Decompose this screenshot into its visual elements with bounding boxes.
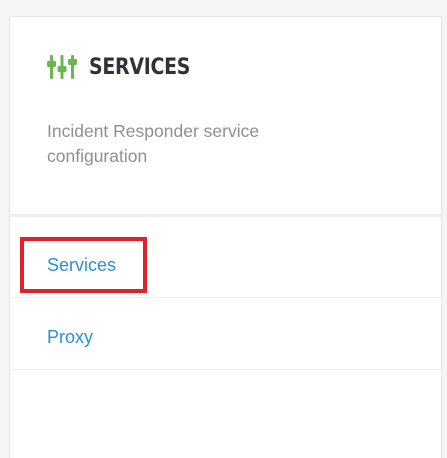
page-title: SERVICES — [89, 54, 191, 80]
sliders-icon — [47, 55, 77, 79]
panel-nav: Services Proxy — [10, 225, 441, 370]
title-row: SERVICES — [47, 53, 207, 81]
page-subtitle: Incident Responder service configuration — [47, 121, 260, 166]
nav-item-services-label[interactable]: Services — [47, 254, 116, 276]
panel-header: SERVICES Incident Responder service conf… — [10, 17, 441, 217]
nav-item-proxy-label[interactable]: Proxy — [47, 326, 93, 348]
nav-item-proxy[interactable]: Proxy — [10, 298, 441, 370]
nav-item-services[interactable]: Services — [10, 225, 441, 298]
services-panel: SERVICES Incident Responder service conf… — [9, 16, 442, 458]
page: SERVICES Incident Responder service conf… — [0, 0, 447, 458]
